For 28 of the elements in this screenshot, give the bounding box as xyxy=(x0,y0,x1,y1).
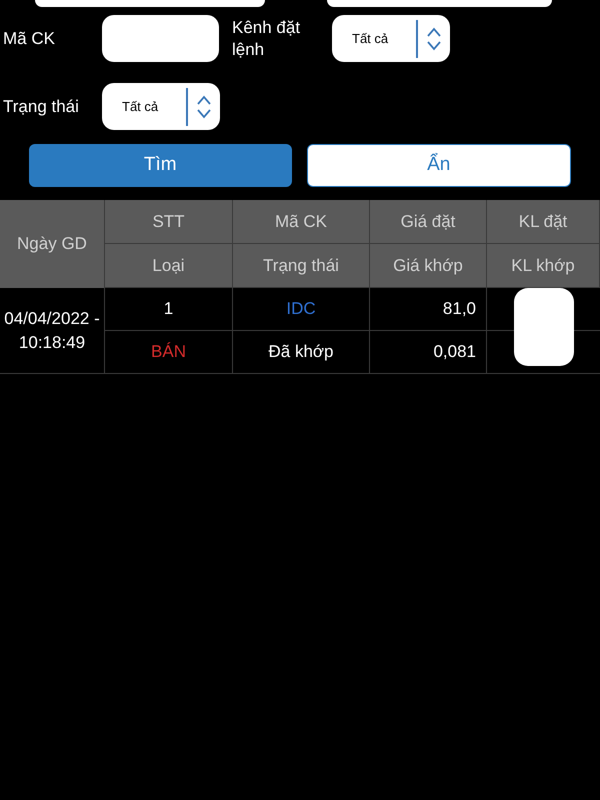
search-button[interactable]: Tìm xyxy=(29,144,292,187)
up-down-chevron-icon xyxy=(426,26,442,52)
table-cell-text: BÁN xyxy=(151,341,186,364)
table-cell-text: Đã khớp xyxy=(268,341,334,364)
table-cell-text: 0,081 xyxy=(433,341,476,364)
table-cell: 04/04/2022 - 10:18:49 xyxy=(0,288,105,374)
select-field[interactable]: Tất cả xyxy=(102,83,220,130)
column-header: Ngày GD xyxy=(0,200,105,288)
table-cell-text: 1 xyxy=(164,298,174,320)
input-field[interactable] xyxy=(35,0,265,7)
input-field[interactable] xyxy=(327,0,552,7)
column-header: Giá đặt xyxy=(370,200,487,244)
up-down-chevron-icon xyxy=(196,94,212,120)
field-label: Mã CK xyxy=(2,28,56,50)
column-header: Giá khớp xyxy=(370,244,487,288)
column-header: Trạng thái xyxy=(233,244,370,288)
field-label: Kênh đặt lệnh xyxy=(232,16,302,60)
table-cell-text: IDC xyxy=(286,298,316,320)
hide-button[interactable]: Ẩn xyxy=(306,144,571,187)
table-cell-text: 81,0 xyxy=(442,298,476,320)
column-header: STT xyxy=(105,200,233,244)
field-label: Trạng thái xyxy=(2,96,80,118)
column-header: KL khớp xyxy=(487,244,600,288)
input-field[interactable] xyxy=(102,15,219,62)
column-header: Loại xyxy=(105,244,233,288)
select-field[interactable]: Tất cả xyxy=(332,15,450,62)
column-header: Mã CK xyxy=(233,200,370,244)
column-header: KL đặt xyxy=(487,200,600,244)
